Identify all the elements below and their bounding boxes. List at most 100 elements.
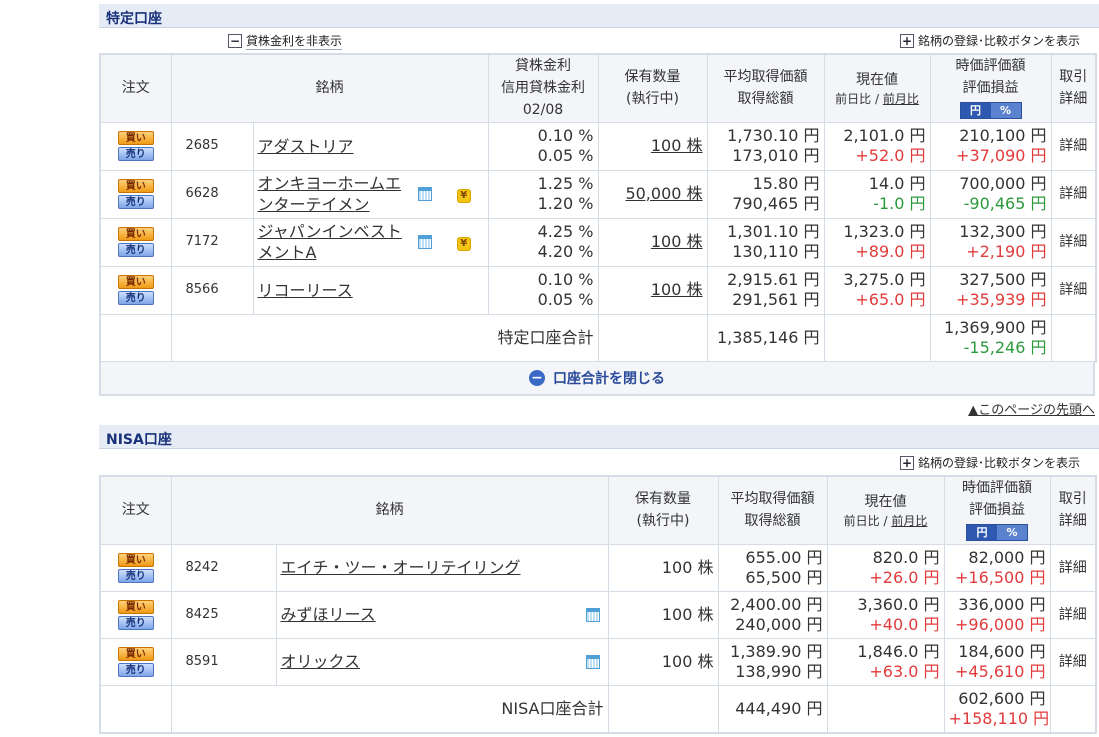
- sell-button[interactable]: 売り: [117, 615, 154, 630]
- lending-coin-icon[interactable]: ¥: [456, 237, 471, 251]
- current-price: 3,275.0 円: [843, 270, 926, 289]
- stock-name-link[interactable]: エイチ・ツー・オーリテイリング: [281, 558, 521, 578]
- total-cost: 173,010 円: [732, 146, 820, 165]
- average-cost-cell: 2,400.00 円 240,000 円: [717, 590, 828, 639]
- trade-label: 取引: [1058, 491, 1087, 508]
- stock-name-link-line2[interactable]: メントA: [258, 243, 317, 262]
- detail-link[interactable]: 詳細: [1049, 637, 1097, 686]
- unit-switch[interactable]: 円%: [966, 524, 1028, 542]
- month-change-link[interactable]: 前月比: [883, 92, 919, 106]
- table-row: 買い 売り 8425 みずほリース 100 株 2,400.00 円 240,000 円 3,…: [99, 590, 1097, 639]
- order-buttons: 買い 売り: [105, 179, 167, 209]
- detail-link[interactable]: 詳細: [1050, 217, 1097, 267]
- hide-lending-rate-toggle[interactable]: − 貸株金利を非表示: [228, 32, 343, 50]
- show-compare-buttons-label: 銘柄の登録･比較ボタンを表示: [917, 34, 1080, 48]
- plus-box-icon: +: [899, 455, 914, 470]
- col-market-value: 時価評価額 評価損益 円%: [929, 53, 1052, 123]
- quantity-link[interactable]: 50,000 株: [625, 184, 702, 203]
- stock-name-link[interactable]: オリックス: [281, 652, 361, 672]
- total-pl: -15,246 円: [963, 337, 1047, 357]
- calendar-icon[interactable]: [418, 187, 432, 201]
- page-top-link[interactable]: ▲このページの先頭へ: [968, 399, 1095, 418]
- sell-button[interactable]: 売り: [117, 147, 154, 161]
- sell-button[interactable]: 売り: [117, 662, 154, 677]
- unit-switch[interactable]: 円%: [959, 102, 1022, 120]
- detail-link[interactable]: 詳細: [1050, 169, 1097, 219]
- average-cost-cell: 1,389.90 円 138,990 円: [717, 637, 828, 686]
- unrealized-pl: -90,465 円: [963, 194, 1047, 213]
- tokutei-section-header: 特定口座: [99, 4, 1099, 28]
- separator: /: [871, 92, 883, 107]
- total-qty-empty: [607, 684, 719, 734]
- col-quantity: 保有数量 (執行中): [597, 53, 708, 123]
- month-change-link[interactable]: 前月比: [891, 514, 927, 528]
- order-cell: 買い 売り: [99, 590, 172, 639]
- lending-rate: 0.10 %: [537, 126, 594, 145]
- lending-rate: 1.25 %: [537, 174, 594, 193]
- unrealized-pl: +96,000 円: [955, 614, 1046, 634]
- section-title: NISA口座: [106, 432, 172, 448]
- stock-name-link[interactable]: リコーリース: [258, 281, 353, 300]
- detail-link[interactable]: 詳細: [1050, 265, 1097, 315]
- current-price: 14.0 円: [868, 174, 926, 193]
- buy-button[interactable]: 買い: [117, 227, 154, 241]
- detail-label: 詳細: [1058, 513, 1087, 530]
- detail-link[interactable]: 詳細: [1049, 543, 1097, 592]
- market-value: 82,000 円: [968, 547, 1046, 567]
- sell-button[interactable]: 売り: [117, 291, 154, 305]
- sell-button[interactable]: 売り: [117, 195, 154, 209]
- unit-percent-button[interactable]: %: [997, 525, 1027, 541]
- detail-link[interactable]: 詳細: [1050, 121, 1097, 171]
- close-account-total-button[interactable]: − 口座合計を閉じる: [99, 362, 1095, 396]
- unrealized-pl: +35,939 円: [956, 290, 1047, 309]
- order-cell: 買い 売り: [99, 543, 172, 592]
- total-value: 602,600 円: [958, 688, 1046, 708]
- sell-button[interactable]: 売り: [117, 243, 154, 257]
- order-buttons: 買い 売り: [105, 227, 167, 257]
- total-empty: [99, 313, 172, 363]
- unit-yen-button[interactable]: 円: [960, 103, 991, 119]
- show-compare-buttons-toggle[interactable]: + 銘柄の登録･比較ボタンを表示: [899, 32, 1080, 49]
- buy-button[interactable]: 買い: [117, 552, 154, 567]
- quantity-link[interactable]: 100 株: [651, 232, 703, 251]
- col-trade-detail: 取引 詳細: [1049, 475, 1097, 545]
- buy-button[interactable]: 買い: [117, 179, 154, 193]
- lending-rate-cell: 0.10 % 0.05 %: [487, 121, 599, 171]
- average-cost-cell: 1,301.10 円 130,110 円: [706, 217, 825, 267]
- calendar-icon[interactable]: [418, 235, 432, 249]
- buy-button[interactable]: 買い: [117, 275, 154, 289]
- col-market-value: 時価評価額 評価損益 円%: [943, 475, 1051, 545]
- col-trade-detail: 取引 詳細: [1050, 53, 1097, 123]
- stock-name-link[interactable]: アダストリア: [258, 137, 354, 156]
- order-buttons: 買い 売り: [105, 131, 167, 161]
- unit-percent-button[interactable]: %: [990, 103, 1021, 119]
- calendar-icon[interactable]: [585, 654, 600, 669]
- price-change: +63.0 円: [869, 661, 940, 681]
- total-cost-label: 取得総額: [737, 91, 794, 108]
- qty-executing-label: (執行中): [636, 513, 690, 530]
- unit-yen-button[interactable]: 円: [967, 525, 997, 541]
- current-price-cell: 820.0 円 +26.0 円: [826, 543, 945, 592]
- sell-button[interactable]: 売り: [117, 568, 154, 583]
- stock-name-link[interactable]: ジャパンインベスト: [258, 222, 402, 241]
- page-top-link-text[interactable]: ▲このページの先頭へ: [968, 403, 1095, 418]
- stock-name-link[interactable]: みずほリース: [281, 605, 376, 625]
- market-value-cell: 184,600 円 +45,610 円: [943, 637, 1051, 686]
- lending-icon-cell: ¥: [440, 169, 489, 219]
- lending-coin-icon[interactable]: ¥: [456, 189, 471, 203]
- stock-name-cell: エイチ・ツー・オーリテイリング: [275, 543, 609, 592]
- quantity-link[interactable]: 100 株: [651, 280, 703, 299]
- stock-name-link-line2[interactable]: ンターテイメン: [258, 195, 370, 214]
- lending-rate-label: 貸株金利: [515, 58, 572, 75]
- detail-link[interactable]: 詳細: [1049, 590, 1097, 639]
- stock-name-link[interactable]: オンキヨーホームエ: [258, 174, 402, 193]
- current-price: 820.0 円: [872, 547, 940, 567]
- table-row: 買い 売り 6628 オンキヨーホームエ ンターテイメン ¥1.25 % 1.20 % 50,…: [99, 169, 1097, 219]
- nisa-show-compare-buttons-toggle[interactable]: + 銘柄の登録･比較ボタンを表示: [899, 454, 1080, 471]
- calendar-icon[interactable]: [585, 607, 600, 622]
- buy-button[interactable]: 買い: [117, 599, 154, 614]
- buy-button[interactable]: 買い: [117, 646, 154, 661]
- quantity-link[interactable]: 100 株: [651, 136, 703, 155]
- stock-name-cell: リコーリース: [252, 265, 440, 315]
- buy-button[interactable]: 買い: [117, 131, 154, 145]
